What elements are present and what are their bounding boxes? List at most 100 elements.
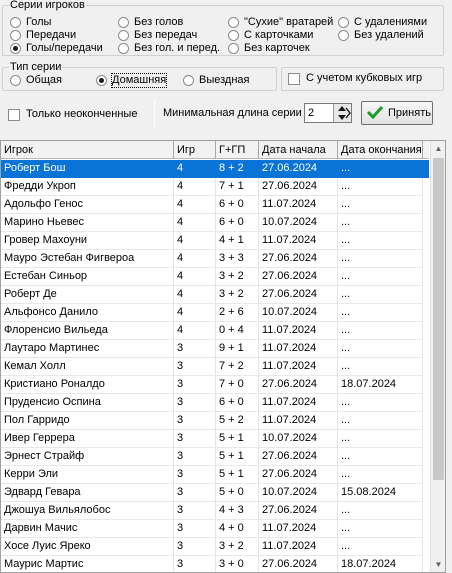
cell-start-date: 27.06.2024 <box>259 466 338 484</box>
cell-games: 4 <box>174 160 216 178</box>
cell-goals-assists: 6 + 0 <box>216 214 259 232</box>
radio-overall[interactable]: Общая <box>10 74 62 87</box>
cell-start-date: 27.06.2024 <box>259 250 338 268</box>
column-header-games[interactable]: Игр <box>174 141 216 159</box>
table-row[interactable]: Керри Эли 3 5 + 1 27.06.2024... <box>1 466 429 484</box>
table-row[interactable]: Гровер Махоуни 4 4 + 1 11.07.2024... <box>1 232 429 250</box>
table-row[interactable]: Пол Гарридо 3 5 + 2 11.07.2024... <box>1 412 429 430</box>
table-row[interactable]: Марино Ньевес 4 6 + 0 10.07.2024... <box>1 214 429 232</box>
radio-clean-sheets[interactable]: "Сухие" вратарей <box>228 16 333 29</box>
table-row[interactable]: Кемал Холл 3 7 + 2 11.07.2024... <box>1 358 429 376</box>
cell-start-date: 10.07.2024 <box>259 430 338 448</box>
cell-start-date: 27.06.2024 <box>259 160 338 178</box>
radio-indicator <box>96 75 107 86</box>
radio-no-red-cards[interactable]: Без удалений <box>338 29 424 42</box>
checkbox-box <box>8 108 20 121</box>
column-header-player[interactable]: Игрок <box>1 141 174 159</box>
radio-indicator <box>10 75 21 86</box>
radio-goals-assists[interactable]: Голы/передачи <box>10 42 103 55</box>
cup-games-checkbox[interactable]: С учетом кубковых игр <box>288 72 422 85</box>
cell-player: Дарвин Мачис <box>1 520 174 538</box>
cell-goals-assists: 3 + 2 <box>216 268 259 286</box>
unfinished-label: Только неоконченные <box>26 108 138 120</box>
cell-end-date: ... <box>338 178 423 196</box>
table-row[interactable]: Фредди Укроп 4 7 + 1 27.06.2024... <box>1 178 429 196</box>
spin-up-down-icon[interactable] <box>333 104 351 122</box>
table-row[interactable]: Маурис Мартис 3 3 + 0 27.06.2024 18.07.2024 <box>1 556 429 572</box>
column-header-goals-assists[interactable]: Г+ГП <box>216 141 259 159</box>
cell-games: 3 <box>174 466 216 484</box>
radio-no-goals[interactable]: Без голов <box>118 16 183 29</box>
radio-indicator <box>338 30 349 41</box>
cell-end-date: ... <box>338 232 423 250</box>
radio-no-assists[interactable]: Без передач <box>118 29 197 42</box>
scroll-thumb[interactable] <box>433 158 444 480</box>
cell-end-date: ... <box>338 268 423 286</box>
cell-goals-assists: 2 + 6 <box>216 304 259 322</box>
table-row[interactable]: Ивер Геррера 3 5 + 1 10.07.2024... <box>1 430 429 448</box>
cell-games: 4 <box>174 196 216 214</box>
table-row[interactable]: Мауро Эстебан Фигвероа 4 3 + 3 27.06.2024..… <box>1 250 429 268</box>
radio-assists[interactable]: Передачи <box>10 29 76 42</box>
radio-indicator <box>10 30 21 41</box>
table-row[interactable]: Роберт Де 4 3 + 2 27.06.2024... <box>1 286 429 304</box>
table-row[interactable]: Альфонсо Данило 4 2 + 6 10.07.2024... <box>1 304 429 322</box>
table-row[interactable]: Дарвин Мачис 3 4 + 0 11.07.2024... <box>1 520 429 538</box>
radio-home[interactable]: Домашняя <box>96 73 168 88</box>
cell-start-date: 11.07.2024 <box>259 340 338 358</box>
cell-player: Ивер Геррера <box>1 430 174 448</box>
radio-no-cards[interactable]: Без карточек <box>228 42 310 55</box>
radio-label: Выездная <box>199 74 250 86</box>
cell-player: Альфонсо Данило <box>1 304 174 322</box>
min-length-spinner[interactable]: 2 <box>304 103 352 123</box>
cell-goals-assists: 8 + 2 <box>216 160 259 178</box>
cell-end-date: ... <box>338 304 423 322</box>
cell-player: Роберт Де <box>1 286 174 304</box>
table-row[interactable]: Кристиано Роналдо 3 7 + 0 27.06.2024 18.07.2… <box>1 376 429 394</box>
cell-player: Пруденсио Оспина <box>1 394 174 412</box>
cell-games: 3 <box>174 448 216 466</box>
cell-games: 3 <box>174 556 216 572</box>
radio-label: Голы <box>26 16 52 28</box>
radio-label: Домашняя <box>110 73 168 88</box>
cell-games: 4 <box>174 304 216 322</box>
cell-player: Кристиано Роналдо <box>1 376 174 394</box>
table-row[interactable]: Эдвард Гевара 3 5 + 0 10.07.2024 15.08.2024 <box>1 484 429 502</box>
unfinished-checkbox[interactable]: Только неоконченные <box>8 108 137 121</box>
table-row[interactable]: Флоренсио Вильеда 4 0 + 4 11.07.2024... <box>1 322 429 340</box>
cell-goals-assists: 9 + 1 <box>216 340 259 358</box>
cell-start-date: 11.07.2024 <box>259 412 338 430</box>
cell-start-date: 27.06.2024 <box>259 556 338 572</box>
accept-button[interactable]: Принять <box>361 101 433 125</box>
table-row[interactable]: Пруденсио Оспина 3 6 + 0 11.07.2024... <box>1 394 429 412</box>
radio-away[interactable]: Выездная <box>183 74 250 87</box>
cell-start-date: 11.07.2024 <box>259 394 338 412</box>
vertical-scrollbar[interactable]: ▲ ▼ <box>430 141 445 572</box>
column-header-start-date[interactable]: Дата начала <box>259 141 338 159</box>
scroll-up-icon[interactable]: ▲ <box>431 141 445 156</box>
radio-goals[interactable]: Голы <box>10 16 51 29</box>
table-row[interactable]: Джошуа Вильялобос 3 4 + 3 27.06.2024... <box>1 502 429 520</box>
table-row[interactable]: Естебан Синьор 4 3 + 2 27.06.2024... <box>1 268 429 286</box>
cell-player: Марино Ньевес <box>1 214 174 232</box>
cell-player: Естебан Синьор <box>1 268 174 286</box>
radio-no-goals-assists[interactable]: Без гол. и перед. <box>118 42 220 55</box>
cell-end-date: 18.07.2024 <box>338 376 423 394</box>
table-row[interactable]: Эрнест Страйф 3 5 + 1 27.06.2024... <box>1 448 429 466</box>
cell-end-date: ... <box>338 322 423 340</box>
cell-end-date: ... <box>338 394 423 412</box>
cell-goals-assists: 4 + 1 <box>216 232 259 250</box>
scroll-down-icon[interactable]: ▼ <box>431 557 445 572</box>
cell-games: 3 <box>174 430 216 448</box>
table-row[interactable]: Адольфо Генос 4 6 + 0 11.07.2024... <box>1 196 429 214</box>
cell-games: 3 <box>174 412 216 430</box>
radio-indicator <box>118 30 129 41</box>
table-row[interactable]: Роберт Бош 4 8 + 2 27.06.2024... <box>1 160 429 178</box>
table-row[interactable]: Лаутаро Мартинес 3 9 + 1 11.07.2024... <box>1 340 429 358</box>
column-header-end-date[interactable]: Дата окончания <box>338 141 423 159</box>
radio-with-red-cards[interactable]: С удалениями <box>338 16 427 29</box>
cell-start-date: 11.07.2024 <box>259 538 338 556</box>
table-row[interactable]: Хосе Луис Ярекo 3 3 + 2 11.07.2024... <box>1 538 429 556</box>
radio-with-cards[interactable]: С карточками <box>228 29 313 42</box>
cell-player: Эдвард Гевара <box>1 484 174 502</box>
